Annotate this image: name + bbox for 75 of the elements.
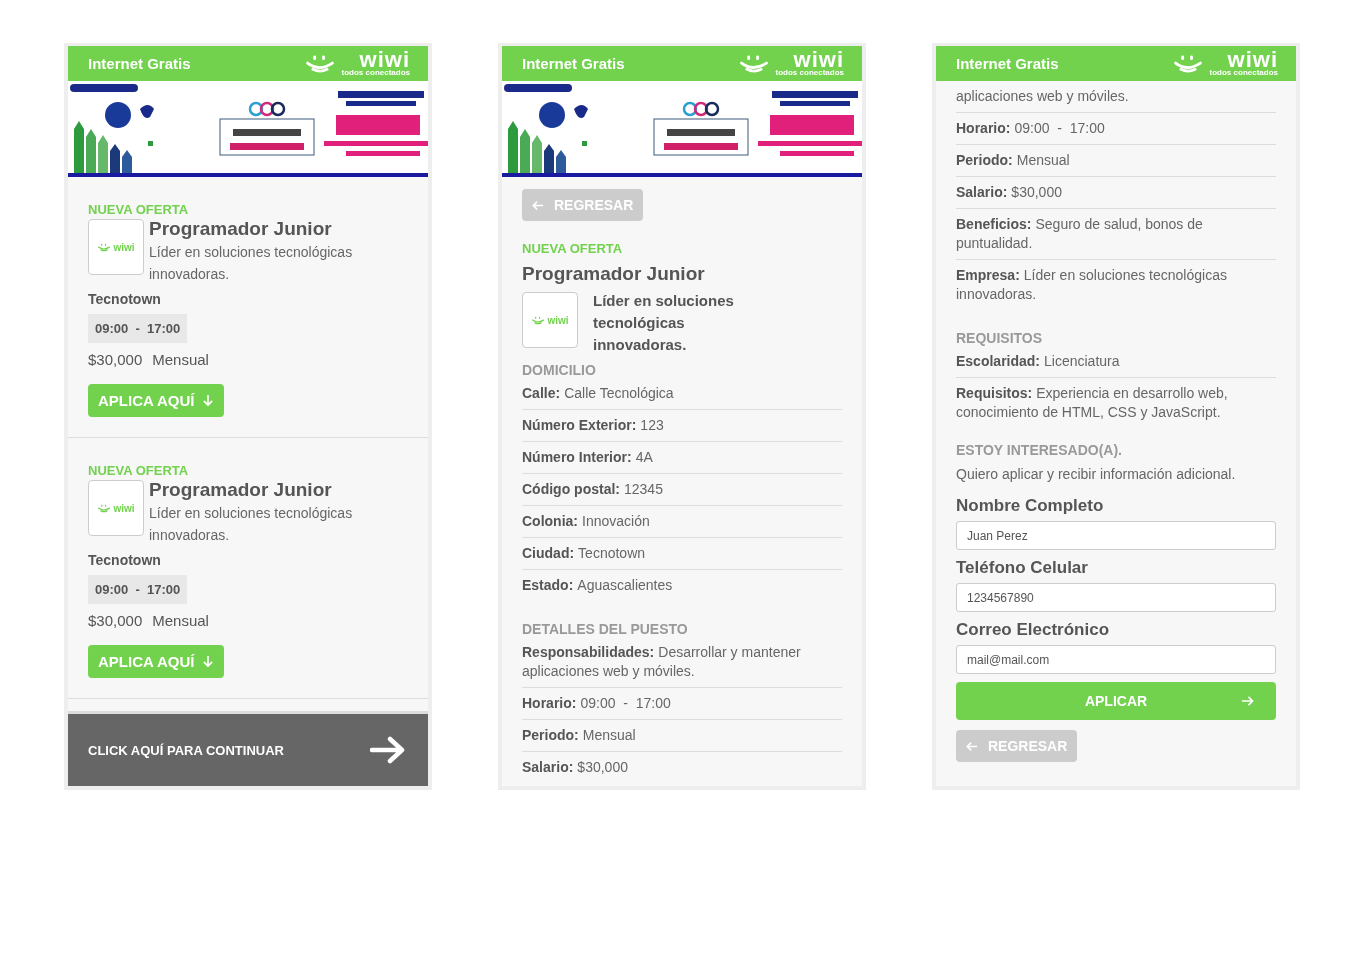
company-logo: wiwi [88, 480, 144, 536]
detail-field: Escolaridad: Licenciatura [956, 346, 1276, 378]
field-label: Nombre Completo [956, 496, 1105, 516]
continue-button[interactable]: CLICK AQUÍ PARA CONTINUAR [68, 711, 428, 786]
input-field[interactable]: mail@mail.com [956, 645, 1276, 674]
apply-button[interactable]: APLICA AQUÍ [88, 645, 225, 678]
section-heading: DOMICILIO [522, 362, 597, 378]
detail-field: Ciudad: Tecnotown [522, 538, 842, 570]
job-title: Programador Junior [149, 217, 333, 241]
salary-amount: $30,000 [88, 612, 143, 629]
input-field[interactable]: 1234567890 [956, 583, 1276, 612]
job-title: Programador Junior [522, 262, 706, 286]
company-logo: wiwi [88, 219, 144, 275]
form-intro: Quiero aplicar y recibir información adicional. [956, 466, 1237, 482]
detail-field: Horario: 09:00 - 17:00 [522, 688, 842, 720]
detail-field: Periodo: Mensual [522, 720, 842, 752]
brand-tagline: todos conectados [775, 69, 844, 77]
section-heading: REQUISITOS [956, 330, 1044, 346]
submit-button[interactable]: APLICAR [956, 682, 1276, 720]
detail-field: Requisitos: Experiencia en desarrollo web, conocimiento de HTML, CSS y JavaScript. [956, 378, 1276, 428]
brand-tagline: todos conectados [341, 69, 410, 77]
section-heading: DETALLES DEL PUESTO [522, 621, 689, 637]
detail-field: Horario: 09:00 - 17:00 [956, 113, 1276, 145]
smile-icon [97, 503, 112, 513]
detail-field: Estado: Aguascalientes [522, 570, 842, 601]
detail-field: aplicaciones web y móviles. [956, 81, 1276, 113]
detail-field: Salario: $30,000 [956, 177, 1276, 209]
company-description: Líder en soluciones tecnológicas innovadoras. [149, 243, 354, 284]
section-heading: ESTOY INTERESADO(A). [956, 442, 1123, 458]
hours-chip: 09:00 - 17:00 [88, 575, 188, 604]
header-title: Internet Gratis [522, 55, 625, 72]
job-title: Programador Junior [149, 478, 333, 502]
detail-field: Salario: $30,000 [522, 752, 842, 783]
company-logo: wiwi [522, 292, 578, 348]
smile-icon [737, 53, 770, 74]
city-name: Tecnotown [88, 291, 162, 307]
brand-name: wiwi [793, 50, 844, 69]
arrow-down-icon [202, 394, 215, 407]
detail-field: Colonia: Innovación [522, 506, 842, 538]
brand-name: wiwi [1227, 50, 1278, 69]
detail-field: Periodo: Mensual [956, 145, 1276, 177]
detail-field: Calle: Calle Tecnológica [522, 378, 842, 410]
detail-field: Número Interior: 4A [522, 442, 842, 474]
pay-period: Mensual [152, 351, 209, 368]
arrow-right-icon [370, 736, 406, 764]
header-title: Internet Gratis [88, 55, 191, 72]
arrow-left-icon [532, 198, 544, 212]
smile-icon [531, 315, 546, 325]
smile-icon [303, 53, 336, 74]
field-label: Correo Electrónico [956, 620, 1111, 640]
detail-field: Número Exterior: 123 [522, 410, 842, 442]
field-label: Teléfono Celular [956, 558, 1089, 578]
salary-amount: $30,000 [88, 351, 143, 368]
hours-chip: 09:00 - 17:00 [88, 314, 188, 343]
detail-field: Responsabilidades: Desarrollar y mantener aplicaciones web y móviles. [522, 637, 842, 688]
pay-period: Mensual [152, 612, 209, 629]
detail-field: Beneficios: Seguro de salud, bonos de puntualidad. [956, 209, 1276, 260]
offer-label: NUEVA OFERTA [88, 463, 190, 478]
arrow-right-icon [1241, 695, 1254, 707]
apply-button[interactable]: APLICA AQUÍ [88, 384, 225, 417]
input-field[interactable]: Juan Perez [956, 521, 1276, 550]
smile-icon [97, 242, 112, 252]
detail-field: Empresa: Líder en soluciones tecnológicas innovadoras. [956, 260, 1276, 310]
offer-label: NUEVA OFERTA [88, 202, 190, 217]
smile-icon [1171, 53, 1204, 74]
offer-label: NUEVA OFERTA [522, 241, 624, 256]
detail-field: Código postal: 12345 [522, 474, 842, 506]
company-description: Líder en soluciones tecnológicas innovadoras. [149, 504, 354, 545]
city-name: Tecnotown [88, 552, 162, 568]
arrow-left-icon [966, 739, 978, 753]
header-title: Internet Gratis [956, 55, 1059, 72]
brand-tagline: todos conectados [1209, 69, 1278, 77]
company-description: Líder en soluciones tecnológicas innovadoras. [592, 291, 735, 355]
arrow-down-icon [202, 655, 215, 668]
brand-name: wiwi [359, 50, 410, 69]
